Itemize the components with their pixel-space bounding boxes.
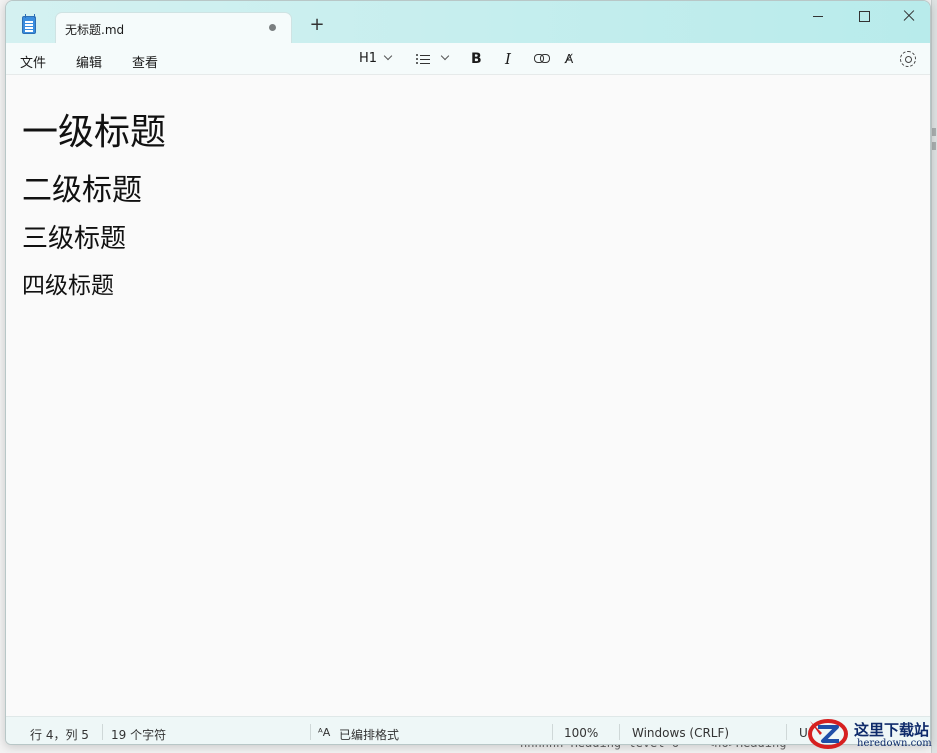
italic-button[interactable]: I [505, 49, 511, 69]
unsaved-dot-icon[interactable] [269, 24, 276, 31]
minimize-button[interactable] [803, 5, 833, 27]
bold-button[interactable]: B [471, 49, 482, 69]
notepad-app-icon [22, 14, 36, 34]
clear-formatting-button[interactable]: A̸ [565, 49, 573, 69]
close-button[interactable] [894, 5, 924, 27]
menu-view[interactable]: 查看 [132, 52, 158, 71]
status-divider [619, 724, 620, 740]
list-icon[interactable] [416, 54, 430, 64]
chevron-down-icon [440, 51, 450, 61]
line-ending[interactable]: Windows (CRLF) [632, 726, 729, 740]
menu-toolbar: 文件 编辑 查看 H1 B I A̸ [6, 43, 930, 75]
menu-edit[interactable]: 编辑 [76, 52, 102, 71]
menu-file[interactable]: 文件 [20, 52, 46, 71]
watermark-logo-icon [808, 719, 848, 749]
notepad-window: 无标题.md + 文件 编辑 查看 H1 B I A̸ 一级标题 二级标题 三级… [5, 0, 931, 745]
link-icon[interactable] [534, 54, 550, 63]
status-divider [310, 724, 311, 740]
maximize-button[interactable] [849, 5, 879, 27]
watermark-name: 这里下载站 [854, 721, 930, 739]
title-bar[interactable]: 无标题.md + [6, 1, 930, 43]
editor-area[interactable]: 一级标题 二级标题 三级标题 四级标题 [6, 76, 930, 716]
chevron-down-icon [383, 51, 393, 61]
heading-dropdown[interactable]: H1 [359, 49, 393, 69]
heading-level: H1 [359, 51, 378, 66]
heading-level-1[interactable]: 一级标题 [22, 103, 166, 155]
watermark-domain: heredown.com [857, 738, 932, 749]
watermark: 这里下载站 heredown.com [800, 713, 937, 753]
status-divider [786, 724, 787, 740]
tab-untitled[interactable]: 无标题.md [55, 12, 292, 43]
tab-title: 无标题.md [65, 23, 125, 37]
background-window-edge [931, 0, 937, 753]
new-tab-button[interactable]: + [307, 15, 327, 35]
heading-level-2[interactable]: 二级标题 [22, 165, 142, 209]
status-bar: 行 4，列 5 19 个字符 ᴬA 已编排格式 100% Windows (CR… [6, 716, 930, 744]
character-count: 19 个字符 [111, 728, 167, 742]
formatting-status[interactable]: 已编排格式 [339, 726, 399, 743]
list-dropdown[interactable] [434, 49, 450, 69]
zoom-level[interactable]: 100% [564, 726, 598, 740]
formatting-icon: ᴬA [318, 726, 331, 739]
background-edge-mark [932, 142, 936, 150]
status-divider [552, 724, 553, 740]
status-divider [102, 724, 103, 740]
heading-level-4[interactable]: 四级标题 [22, 266, 114, 300]
background-edge-mark [932, 128, 936, 136]
gear-icon[interactable] [900, 51, 916, 67]
cursor-position: 行 4，列 5 [30, 728, 89, 742]
heading-level-3[interactable]: 三级标题 [22, 218, 126, 255]
